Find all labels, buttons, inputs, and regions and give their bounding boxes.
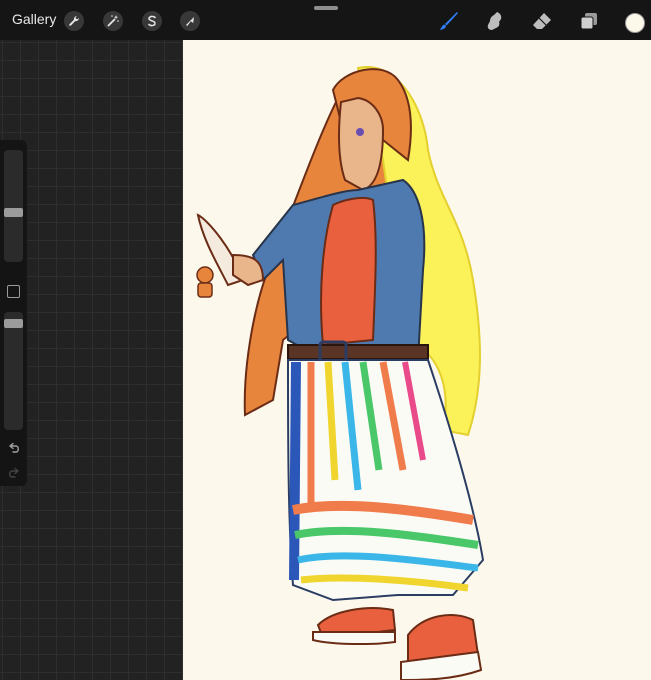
magic-wand-icon	[107, 15, 119, 27]
selection-s-icon	[148, 15, 156, 27]
drawing-canvas[interactable]	[183, 40, 651, 680]
gallery-button[interactable]: Gallery	[12, 11, 56, 27]
selection-button[interactable]	[142, 11, 162, 31]
transform-button[interactable]	[180, 11, 200, 31]
top-toolbar: Gallery	[0, 0, 651, 40]
brush-opacity-thumb[interactable]	[4, 319, 23, 328]
redo-button[interactable]	[6, 466, 22, 480]
smudge-tool[interactable]	[483, 9, 507, 33]
color-picker-button[interactable]	[625, 13, 645, 33]
character-artwork	[196, 65, 485, 680]
modify-button[interactable]	[7, 285, 20, 298]
brush-icon	[440, 12, 458, 30]
brush-tool[interactable]	[437, 9, 461, 33]
wrench-icon	[69, 15, 80, 26]
undo-icon	[9, 442, 19, 453]
layers-icon	[580, 13, 597, 30]
undo-button[interactable]	[6, 441, 22, 455]
eraser-icon	[533, 13, 551, 29]
brush-opacity-slider[interactable]	[4, 312, 23, 430]
toolbar-grabber[interactable]	[314, 6, 338, 10]
brush-size-slider[interactable]	[4, 150, 23, 262]
layers-tool[interactable]	[577, 9, 601, 33]
actions-button[interactable]	[64, 11, 84, 31]
left-sidebar	[0, 140, 27, 486]
redo-icon	[9, 467, 19, 478]
eraser-tool[interactable]	[530, 9, 554, 33]
adjustments-button[interactable]	[103, 11, 123, 31]
brush-size-thumb[interactable]	[4, 208, 23, 217]
arrow-cursor-icon	[186, 17, 194, 26]
smudge-icon	[487, 12, 502, 30]
